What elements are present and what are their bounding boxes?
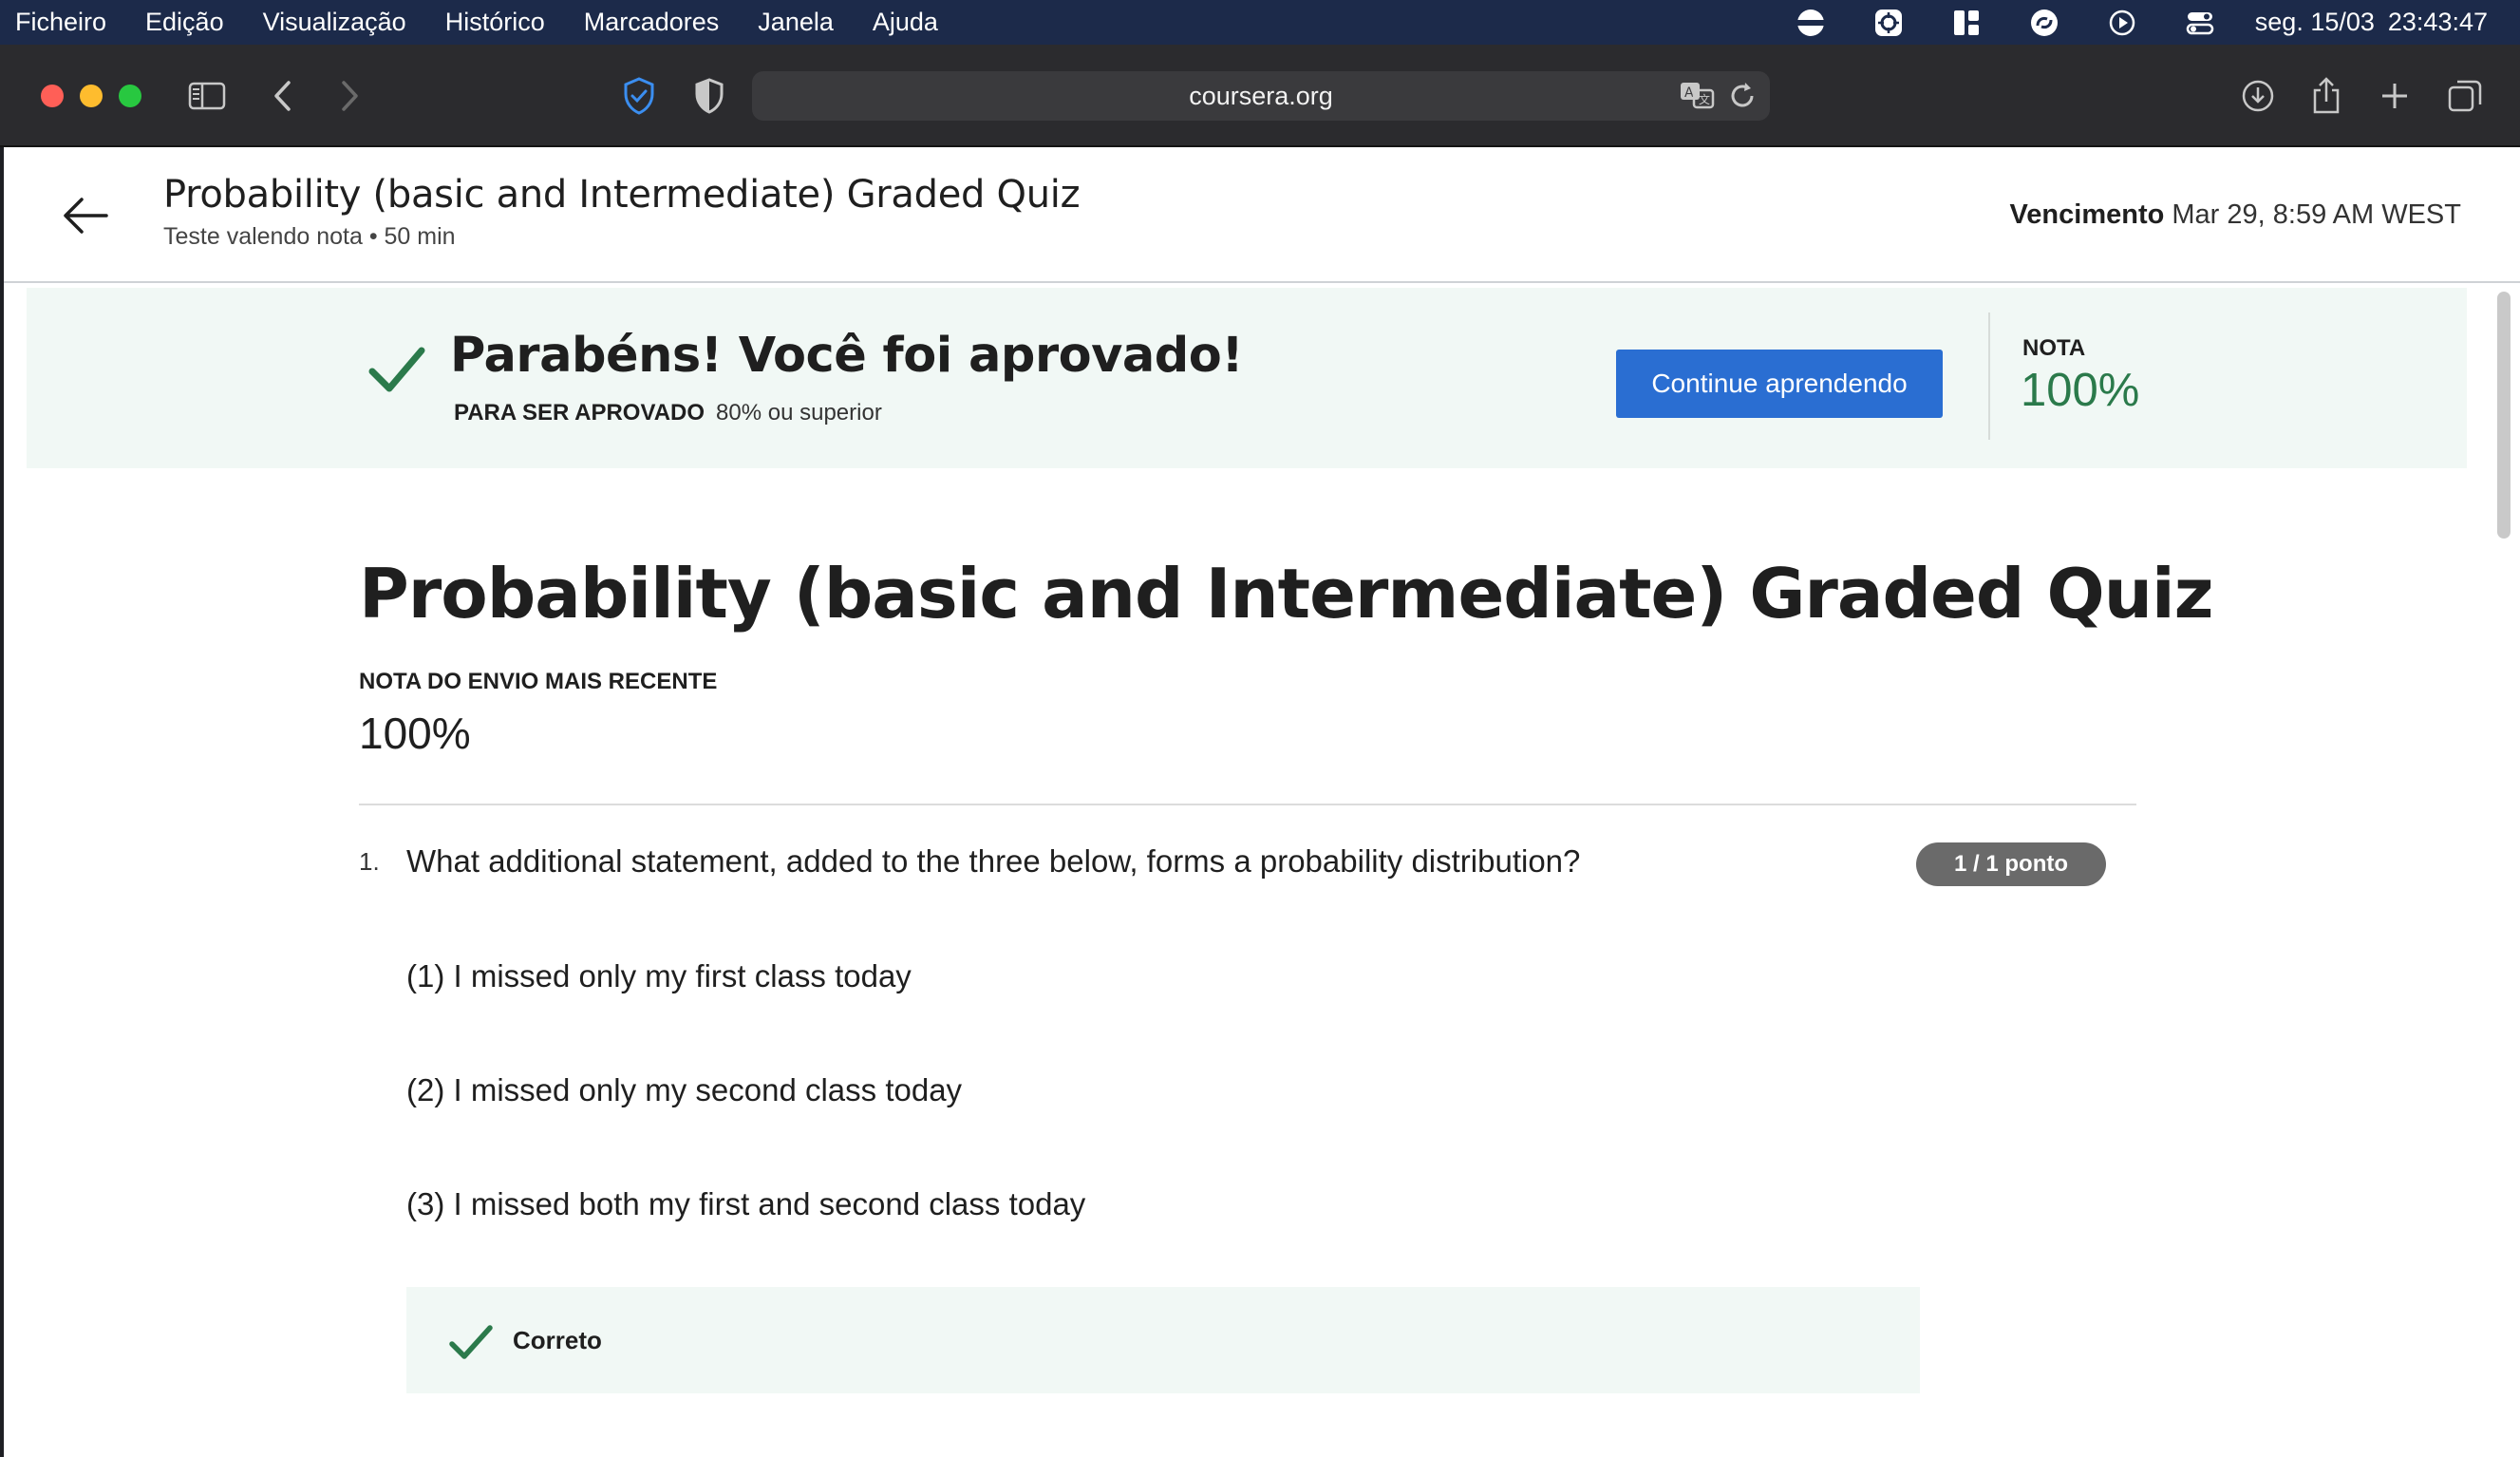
- privacy-shield-icon[interactable]: [618, 75, 660, 117]
- grade-value: 100%: [2021, 365, 2140, 416]
- statement-1: (1) I missed only my first class today: [406, 958, 912, 993]
- forward-nav-icon[interactable]: [329, 75, 370, 117]
- menu-ficheiro[interactable]: Ficheiro: [15, 8, 106, 37]
- menu-bar: Ficheiro Edição Visualização Histórico M…: [0, 0, 2520, 45]
- translate-icon[interactable]: A文: [1679, 79, 1717, 120]
- page-scrollbar[interactable]: [2492, 288, 2514, 1457]
- extension-shield-icon[interactable]: [688, 75, 730, 117]
- minimize-window-button[interactable]: [80, 85, 103, 107]
- grade-label: NOTA: [2022, 335, 2086, 361]
- menu-ajuda[interactable]: Ajuda: [873, 8, 938, 37]
- web-page: Probability (basic and Intermediate) Gra…: [4, 147, 2520, 1457]
- header-subtitle: Teste valendo nota • 50 min: [163, 223, 456, 250]
- statement-2: (2) I missed only my second class today: [406, 1072, 963, 1107]
- swirl-app-icon[interactable]: [2027, 6, 2061, 40]
- control-center-icon[interactable]: [2183, 6, 2217, 40]
- checkmark-icon: [367, 339, 427, 400]
- play-icon[interactable]: [2105, 6, 2139, 40]
- zoom-window-button[interactable]: [119, 85, 141, 107]
- due-date: Vencimento Mar 29, 8:59 AM WEST: [2010, 199, 2461, 231]
- points-badge: 1 / 1 ponto: [1916, 842, 2106, 886]
- continue-learning-button[interactable]: Continue aprendendo: [1616, 350, 1943, 418]
- reload-icon[interactable]: [1726, 79, 1758, 120]
- app-menu: Ficheiro Edição Visualização Histórico M…: [0, 0, 977, 45]
- close-window-button[interactable]: [41, 85, 64, 107]
- menu-historico[interactable]: Histórico: [445, 8, 545, 37]
- question-number: 1.: [359, 847, 380, 876]
- browser-toolbar: coursera.org A文: [0, 45, 2520, 147]
- header-title: Probability (basic and Intermediate) Gra…: [163, 173, 1081, 217]
- window-controls: [41, 85, 158, 107]
- clock[interactable]: seg. 15/03 23:43:47: [2255, 8, 2488, 37]
- menu-edicao[interactable]: Edição: [145, 8, 224, 37]
- menu-janela[interactable]: Janela: [758, 8, 834, 37]
- recent-grade-label: NOTA DO ENVIO MAIS RECENTE: [359, 669, 718, 694]
- statement-3: (3) I missed both my first and second cl…: [406, 1186, 1086, 1221]
- recent-grade-value: 100%: [359, 709, 471, 758]
- pass-banner: Parabéns! Você foi aprovado! PARA SER AP…: [27, 288, 2467, 468]
- url-text: coursera.org: [1189, 81, 1333, 110]
- pass-message: Parabéns! Você foi aprovado!: [450, 328, 1244, 384]
- back-nav-icon[interactable]: [262, 75, 304, 117]
- feedback-text: Correto: [513, 1326, 602, 1354]
- clock-date: seg. 15/03: [2254, 8, 2375, 36]
- feedback-box: Correto: [406, 1287, 1920, 1393]
- new-tab-icon[interactable]: [2374, 75, 2416, 117]
- tab-overview-icon[interactable]: [2444, 75, 2486, 117]
- back-arrow-icon[interactable]: [57, 187, 114, 244]
- clock-time: 23:43:47: [2387, 8, 2488, 36]
- quiz-title: Probability (basic and Intermediate) Gra…: [359, 554, 2214, 634]
- scrollbar-thumb[interactable]: [2497, 292, 2511, 539]
- svg-text:文: 文: [1699, 92, 1710, 106]
- share-icon[interactable]: [2305, 75, 2347, 117]
- status-area: seg. 15/03 23:43:47: [1750, 0, 2488, 45]
- downloads-icon[interactable]: [2237, 75, 2279, 117]
- question-text: What additional statement, added to the …: [406, 843, 1581, 879]
- pass-requirement: PARA SER APROVADO 80% ou superior: [454, 400, 882, 426]
- vpn-icon[interactable]: [1794, 6, 1828, 40]
- address-bar[interactable]: coursera.org A文: [752, 71, 1770, 121]
- focus-icon[interactable]: [1871, 6, 1906, 40]
- pass-value: 80% ou superior: [716, 400, 882, 426]
- svg-text:A: A: [1684, 85, 1694, 101]
- sidebar-toggle-icon[interactable]: [186, 75, 228, 117]
- section-divider: [359, 804, 2136, 805]
- due-value: Mar 29, 8:59 AM WEST: [2172, 199, 2461, 230]
- quiz-header: Probability (basic and Intermediate) Gra…: [4, 147, 2520, 283]
- pass-label: PARA SER APROVADO: [454, 400, 705, 426]
- menu-visualizacao[interactable]: Visualização: [263, 8, 406, 37]
- due-label: Vencimento: [2009, 199, 2165, 230]
- correct-check-icon: [448, 1319, 494, 1365]
- banner-divider: [1988, 312, 1990, 440]
- grid-app-icon[interactable]: [1949, 6, 1984, 40]
- menu-marcadores[interactable]: Marcadores: [584, 8, 720, 37]
